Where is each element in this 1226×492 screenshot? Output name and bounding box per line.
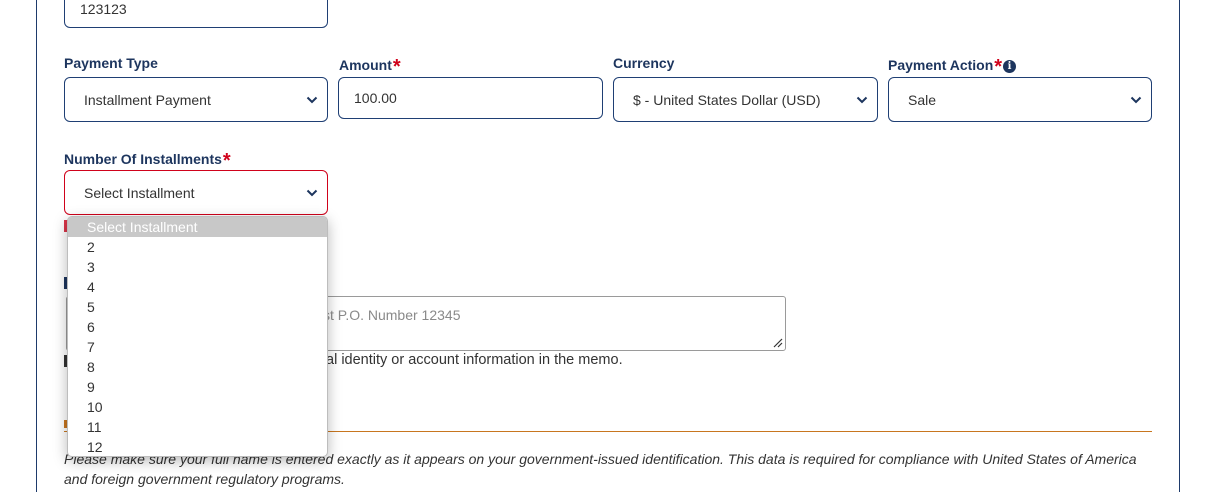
payment-action-value: Sale	[908, 91, 937, 108]
required-asterisk: *	[392, 56, 401, 78]
info-icon[interactable]: i	[1003, 60, 1017, 73]
chevron-down-icon	[306, 96, 318, 103]
dropdown-option[interactable]: 9	[68, 377, 327, 397]
chevron-down-icon	[306, 189, 318, 196]
memo-placeholder: st P.O. Number 12345	[323, 307, 461, 323]
dropdown-option[interactable]: 3	[68, 257, 327, 277]
previous-input-field[interactable]: 123123	[64, 0, 328, 28]
dropdown-option[interactable]: 12	[68, 437, 327, 456]
currency-value: $ - United States Dollar (USD)	[633, 91, 821, 108]
required-asterisk: *	[994, 56, 1003, 78]
dropdown-option[interactable]: 7	[68, 337, 327, 357]
memo-note: al identity or account information in th…	[326, 352, 623, 368]
dropdown-option[interactable]: 5	[68, 297, 327, 317]
dropdown-option[interactable]: 2	[68, 237, 327, 257]
installments-dropdown-list[interactable]: Select Installment 2 3 4 5 6 7 8 9 10 11…	[67, 216, 328, 457]
previous-input-value: 123123	[80, 1, 127, 17]
amount-label: Amount*	[339, 56, 401, 78]
amount-value: 100.00	[354, 90, 397, 106]
installments-select[interactable]: Select Installment	[64, 170, 328, 215]
installments-value: Select Installment	[84, 184, 195, 201]
page: 123123 Payment Type Installment Payment …	[0, 0, 1226, 492]
chevron-down-icon	[1130, 96, 1142, 103]
dropdown-option[interactable]: 4	[68, 277, 327, 297]
dropdown-option[interactable]: 10	[68, 397, 327, 417]
amount-input[interactable]: 100.00	[338, 77, 603, 119]
chevron-down-icon	[856, 96, 868, 103]
required-asterisk: *	[222, 150, 231, 172]
dropdown-option[interactable]: 11	[68, 417, 327, 437]
currency-label: Currency	[613, 55, 675, 71]
payment-type-select[interactable]: Installment Payment	[64, 77, 328, 122]
dropdown-option[interactable]: 6	[68, 317, 327, 337]
dropdown-option[interactable]: 8	[68, 357, 327, 377]
resize-handle-icon[interactable]	[773, 338, 783, 348]
currency-select[interactable]: $ - United States Dollar (USD)	[613, 77, 878, 122]
dropdown-option[interactable]: Select Installment	[68, 217, 327, 237]
payment-action-label: Payment Action* i	[888, 53, 1017, 78]
payment-type-value: Installment Payment	[84, 91, 211, 108]
payment-action-select[interactable]: Sale	[888, 77, 1152, 122]
payment-type-label: Payment Type	[64, 55, 158, 71]
installments-label: Number Of Installments*	[64, 150, 231, 172]
